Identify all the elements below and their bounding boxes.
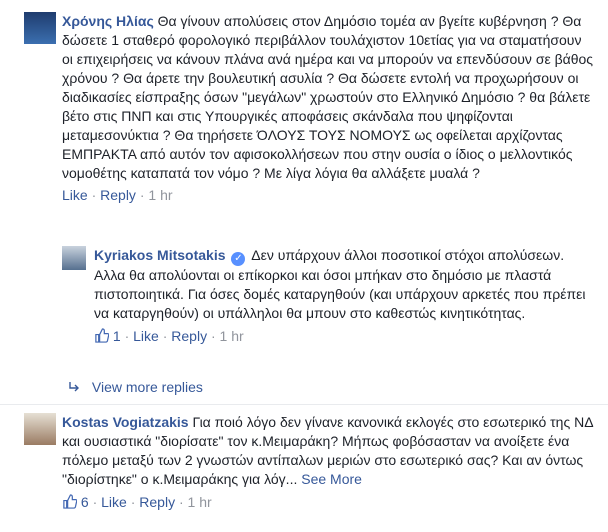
comment-actions: 6 · Like · Reply · 1 hr [62,493,594,512]
comment-author[interactable]: Χρόνης Ηλίας [62,13,154,29]
reply-link[interactable]: Reply [171,328,207,344]
comment-body: Kostas Vogiatzakis Για ποιό λόγο δεν γίν… [62,413,594,489]
like-link[interactable]: Like [133,328,159,344]
verified-badge-icon: ✓ [231,252,246,266]
comment-body: Kyriakos Mitsotakis ✓ Δεν υπάρχουν άλλοι… [94,246,594,323]
separator: · [91,187,97,203]
comment-author[interactable]: Kostas Vogiatzakis [62,414,189,430]
like-link[interactable]: Like [62,187,88,203]
reply-arrow-icon [69,382,79,392]
comment-author[interactable]: Kyriakos Mitsotakis [94,247,226,263]
comment-text: Θα γίνουν απολύσεις στον Δημόσιο τομέα α… [62,13,594,181]
reply-link[interactable]: Reply [139,494,175,510]
avatar[interactable] [62,246,86,270]
separator: · [210,328,216,344]
view-more-replies-link[interactable]: View more replies [68,378,203,397]
comment-time[interactable]: 1 hr [148,187,172,203]
comment-time[interactable]: 1 hr [188,494,212,510]
separator: · [178,494,184,510]
like-count[interactable]: 1 [113,328,121,344]
see-more-link[interactable]: See More [301,471,362,487]
comment-actions: Like · Reply · 1 hr [62,186,594,205]
reply-link[interactable]: Reply [100,187,136,203]
avatar[interactable] [24,12,56,44]
like-link[interactable]: Like [101,494,127,510]
like-icon [63,494,77,509]
divider [0,404,608,405]
comment-actions: 1 · Like · Reply · 1 hr [94,327,594,346]
comment-time[interactable]: 1 hr [220,328,244,344]
like-icon [95,328,109,343]
comment-body: Χρόνης Ηλίας Θα γίνουν απολύσεις στον Δη… [62,12,594,183]
separator: · [162,328,168,344]
like-count[interactable]: 6 [81,494,89,510]
view-more-replies-label[interactable]: View more replies [92,379,203,395]
separator: · [130,494,136,510]
avatar[interactable] [24,413,56,445]
separator: · [139,187,145,203]
separator: · [124,328,130,344]
separator: · [92,494,98,510]
